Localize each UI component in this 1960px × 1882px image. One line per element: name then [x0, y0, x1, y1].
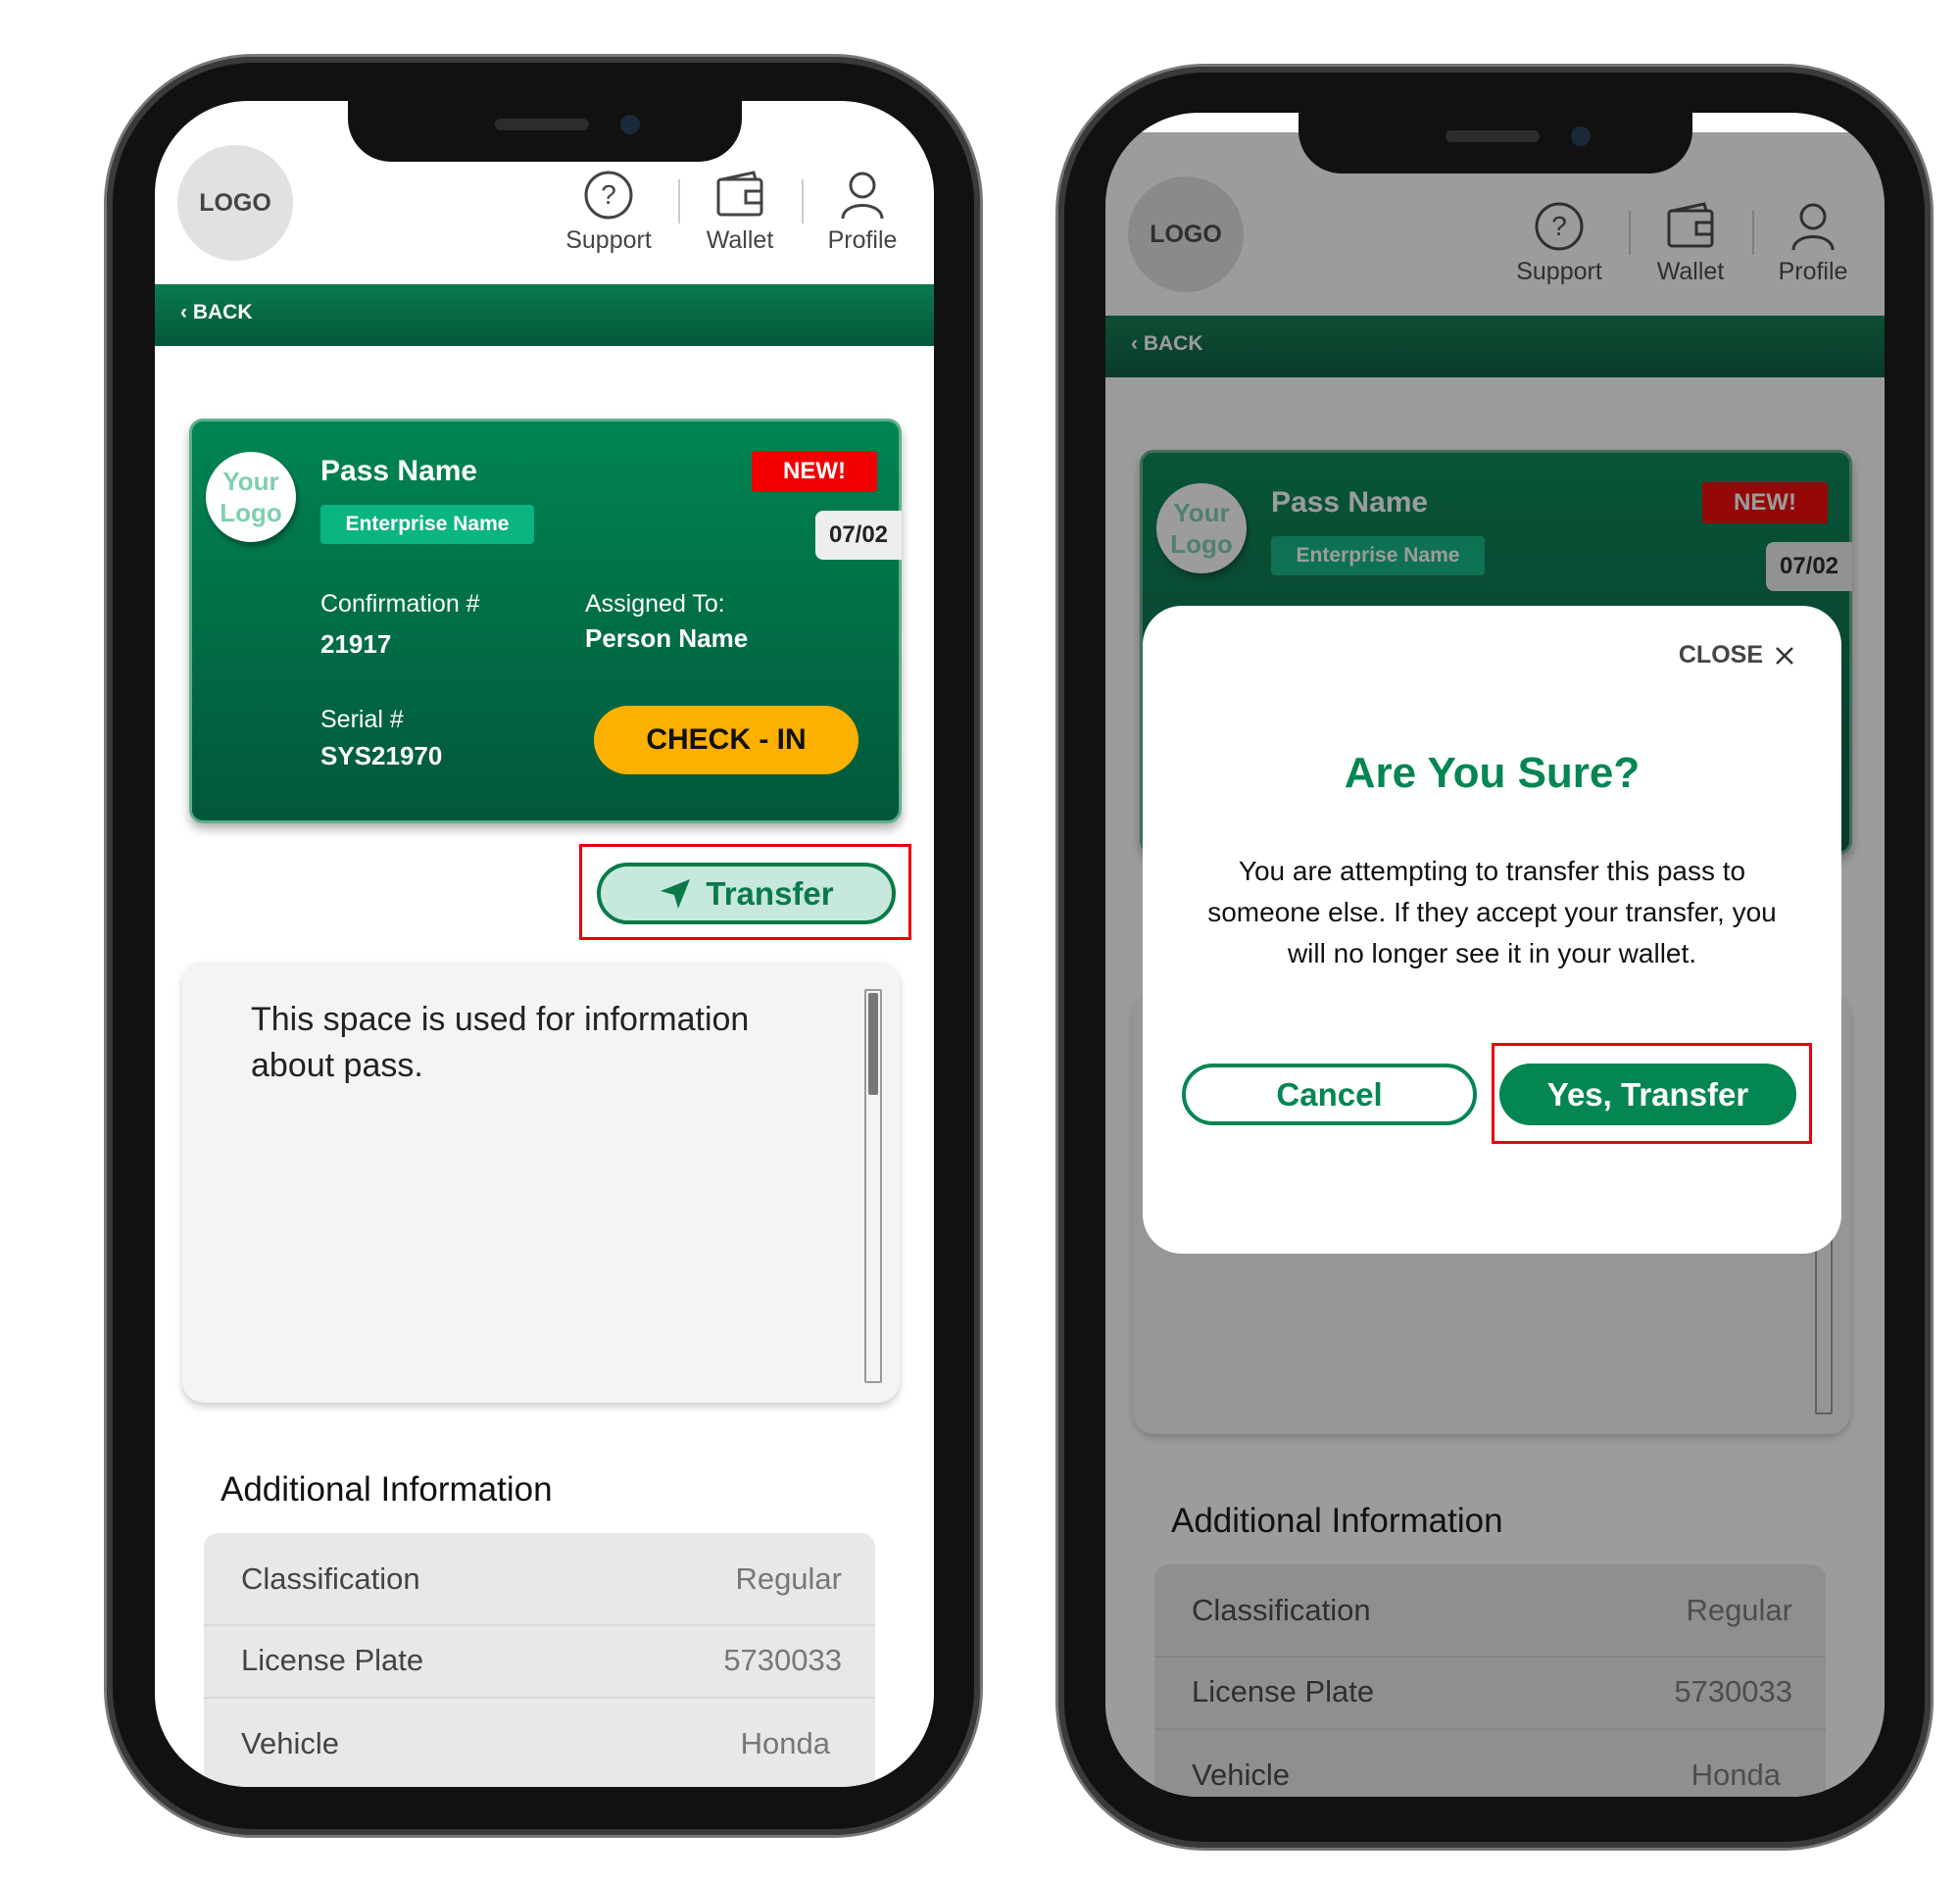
notch: [348, 101, 742, 162]
notch: [1298, 113, 1692, 173]
table-row: Vehicle Honda: [241, 1726, 830, 1760]
serial-value: SYS21970: [320, 741, 443, 770]
new-badge: NEW!: [752, 451, 877, 492]
confirm-transfer-modal: CLOSE Are You Sure? You are attempting t…: [1143, 606, 1841, 1254]
close-label: CLOSE: [1678, 641, 1763, 669]
pass-card: Your Logo Pass Name Enterprise Name NEW! …: [189, 419, 902, 823]
enterprise-badge: Enterprise Name: [320, 505, 534, 544]
confirmation-label: Confirmation #: [320, 590, 480, 618]
nav-support[interactable]: ? Support: [550, 170, 667, 255]
scrollbar[interactable]: [864, 989, 882, 1383]
close-icon: [1776, 646, 1793, 665]
send-icon: [661, 878, 691, 909]
nav-wallet[interactable]: Wallet: [681, 170, 799, 255]
assigned-value: Person Name: [585, 623, 749, 653]
wallet-icon: [716, 171, 763, 217]
info-box: This space is used for information about…: [182, 962, 900, 1403]
transfer-button[interactable]: Transfer: [597, 863, 896, 924]
yes-transfer-button[interactable]: Yes, Transfer: [1499, 1064, 1796, 1125]
close-button[interactable]: CLOSE: [1679, 641, 1794, 669]
back-label: BACK: [192, 301, 253, 323]
back-bar: [155, 284, 934, 346]
pass-logo: Your Logo: [206, 452, 296, 542]
divider: [678, 179, 680, 223]
confirmation-value: 21917: [320, 629, 392, 659]
table-row: License Plate 5730033: [204, 1624, 875, 1699]
nav-label: Support: [565, 226, 652, 254]
nav-profile[interactable]: Profile: [804, 170, 921, 255]
svg-text:?: ?: [601, 179, 616, 210]
help-circle-icon: ?: [584, 171, 633, 220]
check-in-button[interactable]: CHECK - IN: [594, 706, 858, 774]
table-row: Classification Regular: [204, 1533, 875, 1626]
info-text: This space is used for information about…: [251, 1001, 750, 1084]
transfer-label: Transfer: [706, 874, 834, 912]
pass-name: Pass Name: [320, 455, 478, 487]
nav-label: Profile: [827, 226, 898, 254]
additional-info-heading: Additional Information: [220, 1470, 553, 1509]
back-button[interactable]: ‹ BACK: [180, 301, 253, 324]
additional-info-table: Classification Regular License Plate 57300…: [204, 1533, 875, 1787]
serial-label: Serial #: [320, 706, 404, 733]
screen-pass-detail: LOGO ? Support Wallet Profile ‹ BACK Your…: [155, 101, 934, 1787]
modal-title: Are You Sure?: [1344, 749, 1641, 797]
chevron-left-icon: ‹: [180, 301, 193, 323]
scroll-thumb[interactable]: [868, 993, 878, 1095]
cancel-button[interactable]: Cancel: [1182, 1064, 1477, 1125]
screen-transfer-confirm: LOGO ? Support Wallet Profile ‹ BACK Your…: [1105, 113, 1885, 1797]
date-tag: 07/02: [815, 511, 902, 560]
nav-label: Wallet: [706, 226, 774, 254]
user-icon: [841, 172, 884, 220]
modal-body: You are attempting to transfer this pass…: [1207, 856, 1777, 968]
app-logo: LOGO: [177, 145, 293, 261]
assigned-label: Assigned To:: [585, 590, 725, 618]
